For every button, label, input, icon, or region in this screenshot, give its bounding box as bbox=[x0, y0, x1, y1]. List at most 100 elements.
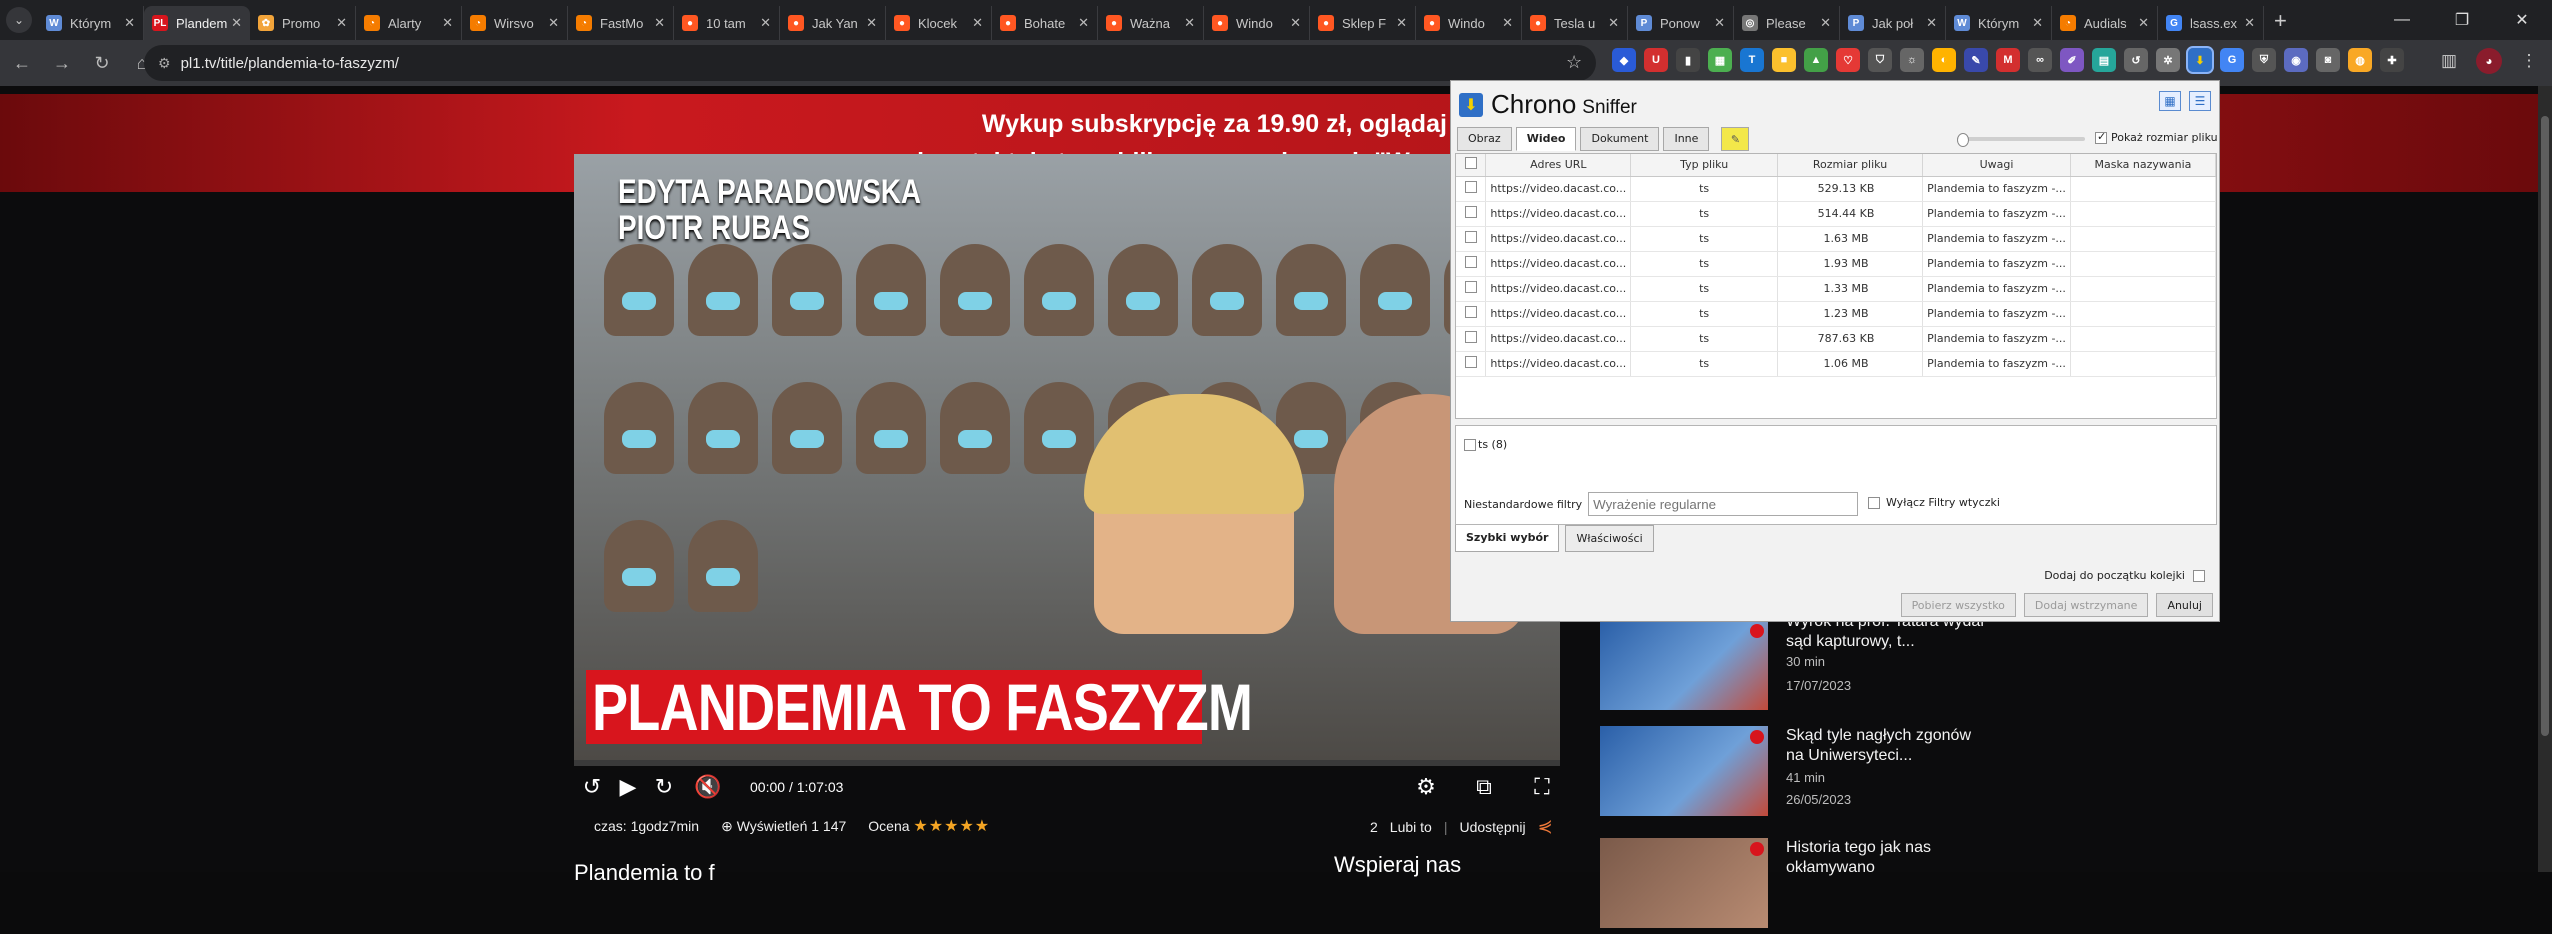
row-checkbox[interactable] bbox=[1464, 331, 1477, 343]
browser-tab[interactable]: ● Bohate ✕ bbox=[992, 6, 1098, 40]
cell-mask[interactable] bbox=[2070, 276, 2217, 302]
table-row[interactable]: https://video.dacast.co... ts 1.93 MB Pland… bbox=[1456, 251, 2217, 277]
like-button[interactable]: Lubi to bbox=[1390, 819, 1432, 835]
tab-close-icon[interactable]: ✕ bbox=[972, 15, 983, 31]
browser-tab[interactable]: ● Windo ✕ bbox=[1204, 6, 1310, 40]
mail-ext-icon[interactable]: M bbox=[1996, 48, 2020, 72]
table-row[interactable]: https://video.dacast.co... ts 1.23 MB Pland… bbox=[1456, 301, 2217, 327]
bookmark-ext-icon[interactable]: ▮ bbox=[1676, 48, 1700, 72]
settings-icon[interactable]: ⚙ bbox=[1408, 774, 1444, 800]
sidebar-video-3[interactable]: Historia tego jak nas okłamywano bbox=[1600, 838, 2240, 934]
tab-inne[interactable]: Inne bbox=[1663, 127, 1710, 151]
add-paused-button[interactable]: Dodaj wstrzymane bbox=[2023, 593, 2149, 617]
grid-view-icon[interactable]: ▦ bbox=[2159, 91, 2181, 111]
table-row[interactable]: https://video.dacast.co... ts 529.13 KB Pla… bbox=[1456, 176, 2217, 202]
page-scrollbar[interactable] bbox=[2538, 86, 2552, 872]
cell-mask[interactable] bbox=[2070, 301, 2217, 327]
pocket-ext-icon[interactable]: ♡ bbox=[1836, 48, 1860, 72]
mute-icon[interactable]: 🔇 bbox=[690, 774, 726, 800]
browser-tab[interactable]: P Ponow ✕ bbox=[1628, 6, 1734, 40]
highlighter-icon[interactable]: ✎ bbox=[1721, 127, 1750, 151]
tab-close-icon[interactable]: ✕ bbox=[654, 15, 665, 31]
tab-close-icon[interactable]: ✕ bbox=[866, 15, 877, 31]
cell-mask[interactable] bbox=[2070, 176, 2217, 202]
disable-filters-checkbox[interactable] bbox=[1868, 496, 1880, 509]
show-size-option[interactable]: Pokaż rozmiar pliku bbox=[2095, 130, 2218, 144]
grid-ext-icon[interactable]: ▦ bbox=[1708, 48, 1732, 72]
rewind-icon[interactable]: ↺ bbox=[574, 774, 610, 800]
cell-mask[interactable] bbox=[2070, 201, 2217, 227]
forward-icon[interactable]: ↻ bbox=[646, 774, 682, 800]
browser-tab[interactable]: ◔ FastMo ✕ bbox=[568, 6, 674, 40]
shield-ext-icon[interactable]: ⛉ bbox=[1868, 48, 1892, 72]
tab-close-icon[interactable]: ✕ bbox=[2244, 15, 2255, 31]
table-row[interactable]: https://video.dacast.co... ts 1.06 MB Pland… bbox=[1456, 351, 2217, 377]
circle-ext-icon[interactable]: ◐ bbox=[1932, 48, 1956, 72]
close-window-icon[interactable]: ✕ bbox=[2492, 0, 2552, 40]
col-type[interactable]: Typ pliku bbox=[1630, 154, 1778, 177]
table-row[interactable]: https://video.dacast.co... ts 1.63 MB Pland… bbox=[1456, 226, 2217, 252]
color-picker-ext-icon[interactable]: ◍ bbox=[2348, 48, 2372, 72]
tab-close-icon[interactable]: ✕ bbox=[2138, 15, 2149, 31]
cell-mask[interactable] bbox=[2070, 251, 2217, 277]
sidebar-video-title[interactable]: Historia tego jak nas okłamywano bbox=[1786, 838, 1986, 878]
browser-tab[interactable]: ● Sklep F ✕ bbox=[1310, 6, 1416, 40]
sidebar-thumbnail[interactable] bbox=[1600, 620, 1768, 710]
tab-close-icon[interactable]: ✕ bbox=[1714, 15, 1725, 31]
drive-ext-icon[interactable]: ▲ bbox=[1804, 48, 1828, 72]
refresh-ext-icon[interactable]: ↺ bbox=[2124, 48, 2148, 72]
pen-ext-icon[interactable]: ✐ bbox=[2060, 48, 2084, 72]
browser-tab[interactable]: Glsass.ex ✕ bbox=[2158, 6, 2264, 40]
row-checkbox[interactable] bbox=[1464, 256, 1477, 268]
ublock-icon[interactable]: U bbox=[1644, 48, 1668, 72]
rating-stars[interactable]: ★★★★★ bbox=[913, 818, 990, 835]
row-checkbox[interactable] bbox=[1464, 206, 1477, 218]
cell-mask[interactable] bbox=[2070, 351, 2217, 377]
table-row[interactable]: https://video.dacast.co... ts 787.63 KB Pla… bbox=[1456, 326, 2217, 352]
video-player[interactable]: EDYTA PARADOWSKA PIOTR RUBAS P PLANDEMIA… bbox=[574, 154, 1560, 760]
list-view-icon[interactable]: ☰ bbox=[2189, 91, 2211, 111]
play-icon[interactable]: ▶ bbox=[610, 774, 646, 800]
google-ext-icon[interactable]: G bbox=[2220, 48, 2244, 72]
tab-wideo[interactable]: Wideo bbox=[1515, 127, 1577, 151]
select-all-checkbox[interactable] bbox=[1464, 157, 1477, 170]
add-to-queue-start-option[interactable]: Dodaj do początku kolejki bbox=[2044, 569, 2205, 582]
browser-tab[interactable]: PL Plandem ✕ bbox=[144, 6, 250, 40]
cast-icon[interactable]: ⧉ bbox=[1466, 774, 1502, 800]
tab-quick-select[interactable]: Szybki wybór bbox=[1455, 525, 1560, 552]
sidebar-thumbnail[interactable] bbox=[1600, 838, 1768, 928]
reload-icon[interactable]: ↻ bbox=[84, 45, 120, 81]
sidebar-thumbnail[interactable] bbox=[1600, 726, 1768, 816]
show-size-checkbox[interactable] bbox=[2095, 130, 2107, 144]
puzzle-icon[interactable]: ✚ bbox=[2380, 48, 2404, 72]
row-checkbox[interactable] bbox=[1464, 281, 1477, 293]
browser-tab[interactable]: W Którym ✕ bbox=[38, 6, 144, 40]
add-to-queue-checkbox[interactable] bbox=[2193, 569, 2205, 582]
disable-filters-option[interactable]: Wyłącz Filtry wtyczki bbox=[1868, 496, 2000, 509]
tab-close-icon[interactable]: ✕ bbox=[336, 15, 347, 31]
col-url[interactable]: Adres URL bbox=[1485, 154, 1632, 177]
tab-close-icon[interactable]: ✕ bbox=[1820, 15, 1831, 31]
row-checkbox[interactable] bbox=[1464, 181, 1477, 193]
edit-ext-icon[interactable]: ✎ bbox=[1964, 48, 1988, 72]
maximize-icon[interactable]: ❐ bbox=[2432, 0, 2492, 40]
browser-tab[interactable]: ● 10 tam ✕ bbox=[674, 6, 780, 40]
new-tab-button[interactable]: + bbox=[2274, 8, 2287, 34]
filter-ts-checkbox[interactable] bbox=[1464, 438, 1476, 451]
fullscreen-icon[interactable]: ⛶ bbox=[1524, 774, 1560, 800]
col-mask[interactable]: Maska nazywania bbox=[2070, 154, 2217, 177]
browser-tab[interactable]: ◔ Audials ✕ bbox=[2052, 6, 2158, 40]
browser-tab[interactable]: ● Ważna ✕ bbox=[1098, 6, 1204, 40]
row-checkbox[interactable] bbox=[1464, 231, 1477, 243]
cell-mask[interactable] bbox=[2070, 326, 2217, 352]
browser-tab[interactable]: ◔ Wirsvo ✕ bbox=[462, 6, 568, 40]
browser-tab[interactable]: ● Tesla u ✕ bbox=[1522, 6, 1628, 40]
translate-ext-icon[interactable]: T bbox=[1740, 48, 1764, 72]
settings-ext-icon[interactable]: ✲ bbox=[2156, 48, 2180, 72]
tab-close-icon[interactable]: ✕ bbox=[442, 15, 453, 31]
browser-tab[interactable]: ● Jak Yan ✕ bbox=[780, 6, 886, 40]
filter-ts[interactable]: ts (8) bbox=[1464, 438, 1507, 451]
tab-close-icon[interactable]: ✕ bbox=[1608, 15, 1619, 31]
table-row[interactable]: https://video.dacast.co... ts 1.33 MB Pland… bbox=[1456, 276, 2217, 302]
note-ext-icon[interactable]: ■ bbox=[1772, 48, 1796, 72]
